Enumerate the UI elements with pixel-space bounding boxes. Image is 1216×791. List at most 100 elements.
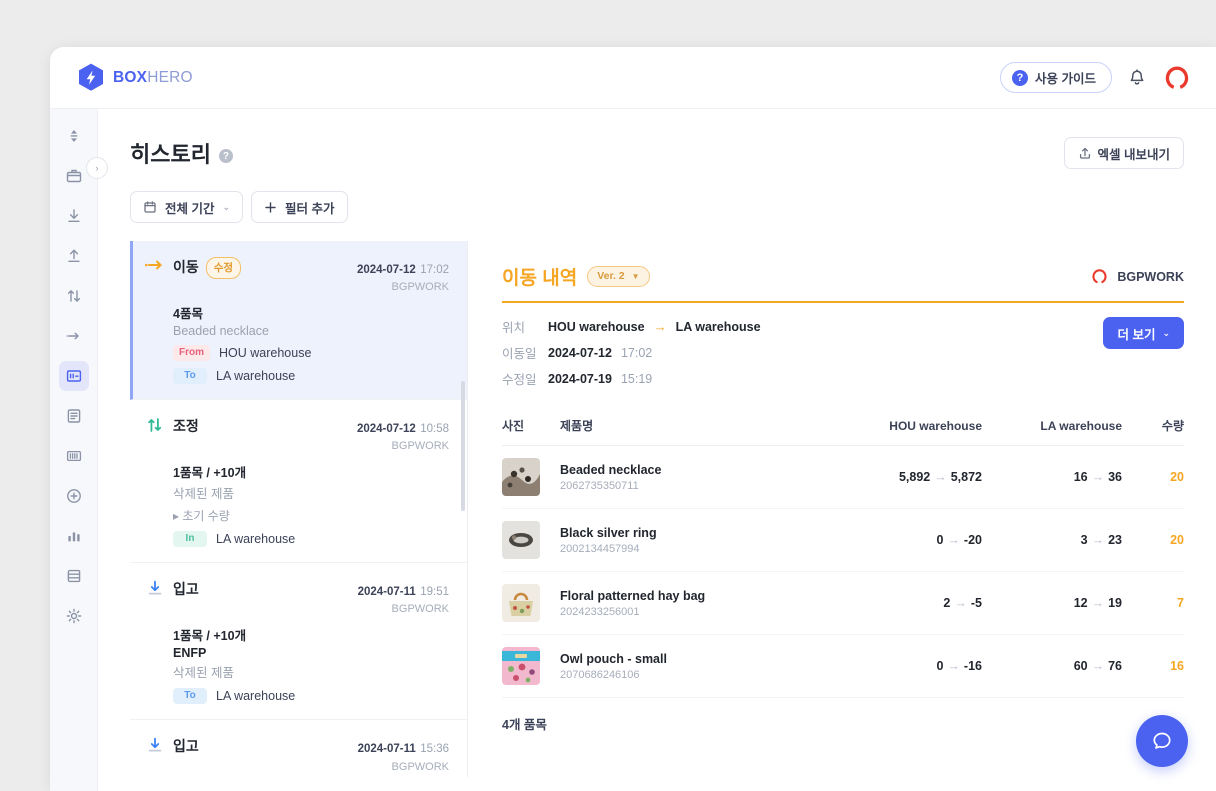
- location-tag-to: To: [173, 368, 207, 384]
- sidebar-expand-button[interactable]: ›: [86, 157, 108, 179]
- app-window: BOXHERO ? 사용 가이드: [50, 47, 1216, 791]
- sidebar-item-barcode[interactable]: [59, 441, 89, 471]
- filter-bar: 전체 기간 ⌄ 필터 추가: [130, 191, 1184, 223]
- owl-pouch-photo: [502, 647, 540, 685]
- hou-delta: 0→-16: [936, 659, 982, 673]
- excel-export-button[interactable]: 엑셀 내보내기: [1064, 137, 1184, 169]
- history-item-header: 입고 2024-07-11 15:36 BGPWORK: [144, 736, 449, 775]
- export-icon: [1078, 146, 1092, 160]
- sidebar-item-adjust[interactable]: [59, 281, 89, 311]
- sidebar-item-outbound[interactable]: [59, 241, 89, 271]
- history-item-user: BGPWORK: [358, 760, 449, 776]
- beaded-necklace-photo: [502, 458, 540, 496]
- table-row[interactable]: Beaded necklace 2062735350711 5,892→5,87…: [502, 446, 1184, 509]
- history-item-location: To LA warehouse: [173, 688, 449, 704]
- col-quantity: 수량: [1122, 417, 1184, 446]
- sidebar-item-history[interactable]: [59, 361, 89, 391]
- history-list-item[interactable]: 조정 2024-07-12 10:58 BGPWORK 1품목 / +10개 삭…: [130, 400, 467, 563]
- bgpwork-avatar[interactable]: [1162, 63, 1192, 93]
- la-after: 23: [1108, 533, 1122, 547]
- history-item-date: 2024-07-11: [358, 586, 416, 598]
- edited-badge: 수정: [206, 257, 241, 279]
- sidebar-item-settings[interactable]: [59, 601, 89, 631]
- sidebar-item-list-view[interactable]: [59, 561, 89, 591]
- hou-delta: 2→-5: [943, 596, 982, 610]
- cell-hou-delta: 0→-20: [832, 509, 982, 572]
- history-item-location: To LA warehouse: [173, 368, 449, 384]
- table-row[interactable]: Black silver ring 2002134457994 0→-20: [502, 509, 1184, 572]
- la-after: 36: [1108, 470, 1122, 484]
- history-item-count: 1품목 / +10개: [173, 625, 449, 644]
- cell-photo: [502, 446, 560, 509]
- detail-header: 이동 내역 Ver. 2 ▼ BGPWORK: [502, 263, 1184, 303]
- page-title: 히스토리 ?: [130, 137, 233, 169]
- cell-quantity: 7: [1122, 572, 1184, 635]
- chat-support-button[interactable]: [1136, 715, 1188, 767]
- meta-value: 2024-07-19 15:19: [548, 372, 652, 386]
- meta-rows: 위치 HOU warehouse → LA warehouse 이동일: [502, 317, 1103, 395]
- product-name: Black silver ring: [560, 526, 832, 540]
- history-item-header: 조정 2024-07-12 10:58 BGPWORK: [144, 416, 449, 455]
- chevron-right-icon: ›: [96, 163, 99, 173]
- sidebar-item-sort-toggle[interactable]: [59, 121, 89, 151]
- la-delta: 3→23: [1081, 533, 1122, 547]
- edited-time: 15:19: [621, 372, 652, 386]
- organization-name: BGPWORK: [1117, 270, 1184, 284]
- hou-delta: 5,892→5,872: [899, 470, 982, 484]
- history-item-location: From HOU warehouse: [173, 345, 449, 361]
- product-name: Owl pouch - small: [560, 652, 832, 666]
- quantity-value: 20: [1170, 533, 1184, 547]
- cell-photo: [502, 509, 560, 572]
- cell-product: Floral patterned hay bag 2024233256001: [560, 572, 832, 635]
- history-item-date: 2024-07-11: [358, 743, 416, 755]
- hou-before: 0: [936, 659, 943, 673]
- items-total-label: 4개 품목: [502, 698, 1184, 733]
- help-icon[interactable]: ?: [219, 149, 233, 163]
- arrow-icon: →: [1092, 596, 1105, 610]
- cell-quantity: 16: [1122, 635, 1184, 698]
- top-header: BOXHERO ? 사용 가이드: [50, 47, 1216, 109]
- bell-icon[interactable]: [1127, 68, 1147, 88]
- sidebar-item-documents[interactable]: [59, 401, 89, 431]
- hou-before: 0: [936, 533, 943, 547]
- black-silver-ring-photo: [502, 521, 540, 559]
- sidebar-item-analytics[interactable]: [59, 521, 89, 551]
- history-item-count: 1품목 / +10개: [173, 462, 449, 481]
- sidebar-item-move[interactable]: [59, 321, 89, 351]
- sidebar-item-add-item[interactable]: [59, 481, 89, 511]
- location-name: HOU warehouse: [219, 346, 311, 360]
- table-header-row: 사진 제품명 HOU warehouse LA warehouse 수량: [502, 417, 1184, 446]
- period-filter-button[interactable]: 전체 기간 ⌄: [130, 191, 243, 223]
- history-list-item[interactable]: 입고 2024-07-11 19:51 BGPWORK 1품목 / +10개 E…: [130, 563, 467, 720]
- col-la-warehouse: LA warehouse: [982, 417, 1122, 446]
- location-name: LA warehouse: [216, 689, 295, 703]
- sidebar-item-inbound[interactable]: [59, 201, 89, 231]
- detail-panel: 이동 내역 Ver. 2 ▼ BGPWORK: [468, 241, 1184, 777]
- user-guide-button[interactable]: ? 사용 가이드: [1000, 62, 1112, 93]
- table-row[interactable]: Floral patterned hay bag 2024233256001 2…: [502, 572, 1184, 635]
- history-list-scrollbar[interactable]: [461, 381, 465, 511]
- la-delta: 16→36: [1074, 470, 1122, 484]
- history-list-item[interactable]: 이동 수정 2024-07-12 17:02 BGPWORK 4품목 Beade…: [130, 241, 467, 400]
- history-item-name: ENFP: [173, 646, 449, 660]
- content-panes: 이동 수정 2024-07-12 17:02 BGPWORK 4품목 Beade…: [130, 241, 1184, 777]
- history-item-time: 15:36: [420, 743, 449, 755]
- history-list-item[interactable]: 입고 2024-07-11 15:36 BGPWORK 1품목 / +10개 J…: [130, 720, 467, 777]
- initial-qty-toggle[interactable]: ▸ 초기 수량: [173, 507, 449, 524]
- product-sku: 2070686246106: [560, 669, 832, 681]
- location-from: HOU warehouse: [548, 320, 645, 334]
- history-item-meta: 2024-07-11 15:36 BGPWORK: [358, 736, 449, 775]
- history-item-meta: 2024-07-12 17:02 BGPWORK: [357, 257, 449, 296]
- brand-logo[interactable]: BOXHERO: [78, 63, 193, 92]
- add-filter-button[interactable]: 필터 추가: [251, 191, 347, 223]
- cell-product: Beaded necklace 2062735350711: [560, 446, 832, 509]
- version-dropdown[interactable]: Ver. 2 ▼: [587, 266, 649, 287]
- brand-wordmark: BOXHERO: [113, 69, 193, 87]
- cell-hou-delta: 5,892→5,872: [832, 446, 982, 509]
- version-label: Ver. 2: [597, 270, 624, 282]
- sidebar-item-inventory-box[interactable]: [59, 161, 89, 191]
- table-row[interactable]: Owl pouch - small 2070686246106 0→-16: [502, 635, 1184, 698]
- history-item-type: 조정: [173, 416, 199, 436]
- show-more-button[interactable]: 더 보기 ⌄: [1103, 317, 1184, 349]
- cell-product: Black silver ring 2002134457994: [560, 509, 832, 572]
